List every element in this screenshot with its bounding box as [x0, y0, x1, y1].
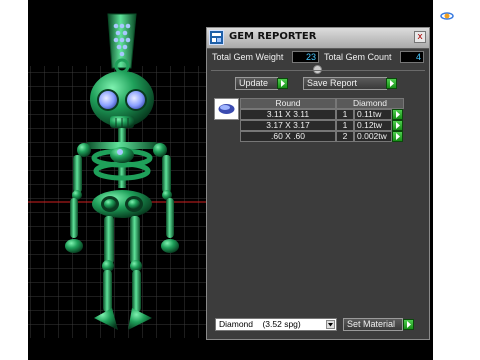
row-qty: 2 — [336, 131, 354, 142]
row-go-button[interactable] — [392, 120, 403, 131]
material-select-value: Diamond (3.52 spg) — [219, 319, 301, 329]
row-size: 3.17 X 3.17 — [240, 120, 336, 131]
chevron-down-icon[interactable] — [326, 320, 335, 329]
green-arrow-icon — [396, 133, 400, 140]
green-arrow-icon — [407, 321, 411, 328]
row-qty: 1 — [336, 120, 354, 131]
set-material-button-label: Set Material — [347, 319, 396, 329]
total-gem-weight-value: 23 — [292, 51, 319, 63]
gem-reporter-logo-icon — [209, 30, 224, 45]
column-header-diamond: Diamond — [336, 98, 404, 109]
window-title: GEM REPORTER — [229, 31, 317, 42]
round-gem-icon[interactable] — [214, 98, 239, 120]
row-weight: 0.002tw — [354, 131, 392, 142]
title-bar[interactable]: GEM REPORTER x — [207, 28, 429, 49]
update-button[interactable]: Update — [235, 77, 278, 90]
row-go-button[interactable] — [392, 131, 403, 142]
row-size: 3.11 X 3.11 — [240, 109, 336, 120]
save-report-button[interactable]: Save Report — [303, 77, 387, 90]
save-report-button-label: Save Report — [307, 78, 358, 88]
gem-reporter-panel: GEM REPORTER x Total Gem Weight 23 Total… — [206, 27, 430, 340]
green-arrow-icon — [281, 80, 285, 87]
row-qty: 1 — [336, 109, 354, 120]
green-arrow-icon — [396, 122, 400, 129]
set-material-go-button[interactable] — [403, 319, 414, 330]
orbit-icon[interactable] — [440, 8, 454, 22]
row-go-button[interactable] — [392, 109, 403, 120]
material-select[interactable]: Diamond (3.52 spg) — [215, 318, 337, 331]
close-icon: x — [417, 32, 423, 42]
update-button-label: Update — [239, 78, 269, 88]
close-button[interactable]: x — [414, 31, 426, 43]
row-size: .60 X .60 — [240, 131, 336, 142]
total-gem-count-value: 4 — [400, 51, 424, 63]
update-go-button[interactable] — [277, 78, 288, 89]
green-arrow-icon — [390, 80, 394, 87]
row-weight: 0.12tw — [354, 120, 392, 131]
column-header-round: Round — [240, 98, 336, 109]
total-gem-weight-label: Total Gem Weight — [212, 52, 284, 62]
save-report-go-button[interactable] — [386, 78, 397, 89]
set-material-button[interactable]: Set Material — [343, 318, 403, 331]
row-weight: 0.11tw — [354, 109, 392, 120]
divider — [211, 70, 425, 71]
green-arrow-icon — [396, 111, 400, 118]
total-gem-count-label: Total Gem Count — [324, 52, 392, 62]
